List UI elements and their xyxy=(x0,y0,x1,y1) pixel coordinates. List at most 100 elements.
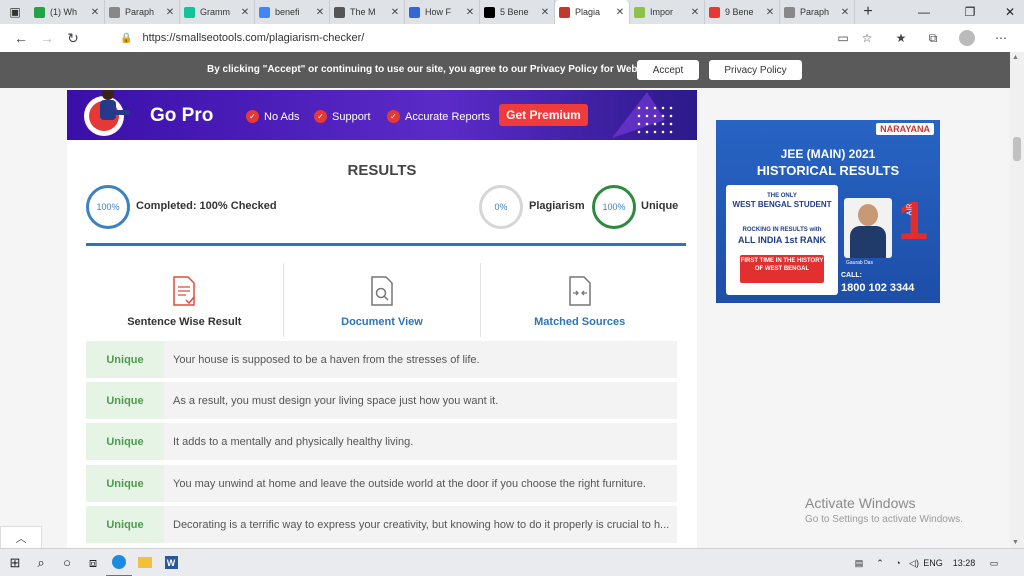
task-view-icon[interactable]: ⧈ xyxy=(80,549,106,576)
tab-close-icon[interactable]: ✕ xyxy=(840,7,850,18)
activate-windows-title: Activate Windows xyxy=(805,495,916,511)
notifications-icon[interactable]: ▭ xyxy=(984,558,1004,569)
compare-icon xyxy=(568,276,591,306)
scroll-up-arrow-icon[interactable]: ▲ xyxy=(1012,54,1019,61)
favorite-star-icon[interactable]: ☆ xyxy=(854,24,880,52)
document-search-icon xyxy=(371,276,393,306)
status-badge: Unique xyxy=(86,382,164,419)
browser-tab[interactable]: How F ✕ xyxy=(405,0,480,24)
tab-close-icon[interactable]: ✕ xyxy=(465,7,475,18)
network-icon[interactable]: ◔ xyxy=(890,558,906,568)
completed-ring: 100% xyxy=(86,185,130,229)
tab-actions-icon[interactable]: ▣ xyxy=(0,0,30,24)
browser-tab[interactable]: 5 Bene ✕ xyxy=(480,0,555,24)
word-icon[interactable]: W xyxy=(158,549,184,576)
lock-icon: 🔒 xyxy=(120,32,133,44)
new-tab-button[interactable]: + xyxy=(855,0,881,24)
minimize-icon[interactable]: — xyxy=(904,0,944,24)
medium-icon xyxy=(484,6,495,18)
results-heading: RESULTS xyxy=(347,162,417,179)
unique-label: Unique xyxy=(641,200,679,212)
collections-icon[interactable]: ⧉ xyxy=(920,24,946,52)
plagiarism-label: Plagiarism xyxy=(529,200,585,212)
tab-list: (1) Wh ✕ Paraph ✕ Gramm ✕ benefi ✕ The M ✕ How F ✕ 5… xyxy=(30,0,855,24)
url-field[interactable]: 🔒 https://smallseotools.com/plagiarism-c… xyxy=(112,28,812,48)
tab-title: Paraph xyxy=(125,7,155,17)
browser-tab[interactable]: The M ✕ xyxy=(330,0,405,24)
whatsapp-icon xyxy=(34,6,45,18)
browser-tab[interactable]: 9 Bene ✕ xyxy=(705,0,780,24)
tab-close-icon[interactable]: ✕ xyxy=(765,7,775,18)
edge-icon[interactable] xyxy=(106,549,132,576)
tab-sentence-wise[interactable]: Sentence Wise Result xyxy=(86,263,284,337)
tab-close-icon[interactable]: ✕ xyxy=(615,7,625,18)
sentence-text: Your house is supposed to be a haven fro… xyxy=(173,353,480,366)
tab-close-icon[interactable]: ✕ xyxy=(390,7,400,18)
tab-document-view[interactable]: Document View xyxy=(284,263,482,337)
tab-label: Matched Sources xyxy=(534,316,626,328)
language-indicator[interactable]: ENG xyxy=(922,558,944,568)
result-row[interactable]: Unique Your house is supposed to be a hav… xyxy=(86,341,677,378)
results-content: RESULTS 100% Completed: 100% Checked 0% … xyxy=(0,52,1010,548)
status-badge: Unique xyxy=(86,506,164,543)
plagiarism-ring: 0% xyxy=(479,185,523,229)
clock[interactable]: 13:28 xyxy=(944,558,984,568)
profile-avatar[interactable] xyxy=(954,24,980,52)
scroll-up-button[interactable]: ︿ xyxy=(0,526,42,548)
file-explorer-icon[interactable] xyxy=(132,549,158,576)
forward-icon[interactable]: → xyxy=(34,24,60,52)
quill-icon xyxy=(784,6,795,18)
browser-tab[interactable]: benefi ✕ xyxy=(255,0,330,24)
browser-tab[interactable]: Paraph ✕ xyxy=(780,0,855,24)
result-row[interactable]: Unique You may unwind at home and leave t… xyxy=(86,465,677,502)
completed-label: Completed: 100% Checked xyxy=(136,200,277,212)
scroll-down-arrow-icon[interactable]: ▼ xyxy=(1012,539,1019,546)
more-menu-icon[interactable]: ⋯ xyxy=(988,24,1014,52)
refresh-icon[interactable]: ↻ xyxy=(60,24,86,52)
status-badge: Unique xyxy=(86,423,164,460)
tab-title: Impor xyxy=(650,7,674,17)
tab-title: How F xyxy=(425,7,452,17)
sst-icon xyxy=(559,6,570,18)
globe-icon xyxy=(409,6,420,18)
tab-close-icon[interactable]: ✕ xyxy=(165,7,175,18)
tab-close-icon[interactable]: ✕ xyxy=(315,7,325,18)
search-icon[interactable]: ⌕ xyxy=(28,549,54,576)
tab-close-icon[interactable]: ✕ xyxy=(540,7,550,18)
page-scrollbar[interactable]: ▲ ▼ xyxy=(1010,52,1024,548)
tab-label: Sentence Wise Result xyxy=(127,316,242,328)
browser-tab[interactable]: Gramm ✕ xyxy=(180,0,255,24)
show-hidden-icons[interactable]: ⌃ xyxy=(870,558,890,569)
browser-tab[interactable]: Plagia ✕ xyxy=(555,0,630,24)
volume-icon[interactable]: ◁) xyxy=(906,558,922,569)
tab-title: Plagia xyxy=(575,7,601,17)
result-row[interactable]: Unique It adds to a mentally and physical… xyxy=(86,423,677,460)
favorites-icon[interactable]: ★ xyxy=(888,24,914,52)
scroll-thumb[interactable] xyxy=(1013,137,1021,161)
tab-close-icon[interactable]: ✕ xyxy=(690,7,700,18)
url-text: https://smallseotools.com/plagiarism-che… xyxy=(142,32,365,44)
reader-view-icon[interactable]: ▭ xyxy=(830,24,856,52)
tablet-mode-icon[interactable]: ▤ xyxy=(848,558,870,569)
close-icon[interactable]: ✕ xyxy=(990,0,1024,24)
restore-icon[interactable]: ❐ xyxy=(950,0,990,24)
grammarly-icon xyxy=(184,6,195,18)
status-badge: Unique xyxy=(86,465,164,502)
system-tray: ▤ ⌃ ◔ ◁) ENG 13:28 ▭ xyxy=(848,549,1004,576)
tab-matched-sources[interactable]: Matched Sources xyxy=(481,263,678,337)
browser-tab[interactable]: (1) Wh ✕ xyxy=(30,0,105,24)
cortana-icon[interactable]: ○ xyxy=(54,549,80,576)
windows-start-icon[interactable]: ⊞ xyxy=(2,549,28,576)
result-row[interactable]: Unique Decorating is a terrific way to ex… xyxy=(86,506,677,543)
browser-tab[interactable]: Impor ✕ xyxy=(630,0,705,24)
tab-title: The M xyxy=(350,7,376,17)
result-row[interactable]: Unique As a result, you must design your … xyxy=(86,382,677,419)
tab-title: 9 Bene xyxy=(725,7,754,17)
web-page: Go Pro ✓ No Ads ✓ Support ✓ Accurate Report… xyxy=(0,52,1024,548)
target-icon xyxy=(709,6,720,18)
back-icon[interactable]: ← xyxy=(8,24,34,52)
tab-close-icon[interactable]: ✕ xyxy=(90,7,100,18)
tab-close-icon[interactable]: ✕ xyxy=(240,7,250,18)
unique-ring: 100% xyxy=(592,185,636,229)
browser-tab[interactable]: Paraph ✕ xyxy=(105,0,180,24)
